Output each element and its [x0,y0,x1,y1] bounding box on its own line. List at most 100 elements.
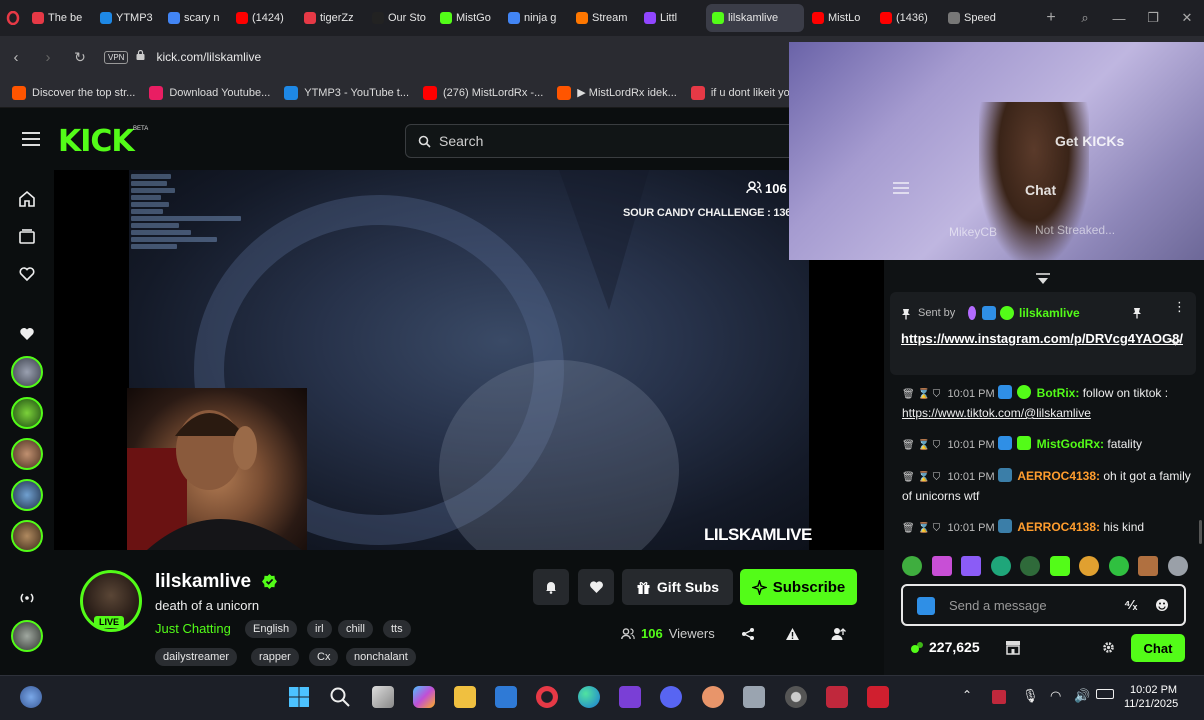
battery-icon[interactable] [1096,689,1114,699]
tag-rapper[interactable]: rapper [251,648,299,666]
emote-icon[interactable] [902,556,922,576]
app-icon[interactable] [702,686,724,708]
gift-subs-button[interactable]: Gift Subs [622,569,733,605]
hamburger-menu-icon[interactable] [22,132,40,146]
opera-gx-taskbar-icon[interactable] [536,686,558,708]
tag-tts[interactable]: tts [383,620,411,638]
emoji-picker-icon[interactable] [1155,598,1169,612]
subscribe-button[interactable]: Subscribe [740,569,857,605]
edge-icon[interactable] [578,686,600,708]
browser-tab[interactable]: (1424) [230,4,296,32]
pinned-username[interactable]: lilskamlive [1019,306,1080,320]
tag-english[interactable]: English [245,620,298,638]
following-heart-icon[interactable] [18,265,36,283]
browser-tab[interactable]: tigerZz [298,4,364,32]
task-view-icon[interactable] [372,686,394,708]
emote-icon[interactable] [990,556,1011,576]
tab-search-icon[interactable]: ⌕ [1068,10,1102,26]
tag-irl[interactable]: irl [307,620,332,638]
camera-icon[interactable] [743,686,765,708]
browser-tab[interactable]: Littl [638,4,704,32]
message-tools[interactable]: 🗑 ⌛ ⛉ [902,389,940,400]
opera-menu-icon[interactable] [0,11,26,25]
notification-bell-button[interactable] [533,569,569,605]
new-tab-button[interactable]: + [1034,9,1068,27]
emote-icon[interactable] [1079,556,1100,576]
browser-tab[interactable]: Speed [942,4,1006,32]
taskbar-date[interactable]: 11/21/2025 [1124,698,1178,710]
show-hidden-icons-chevron-icon[interactable]: ⌃ [962,688,972,702]
emote-icon[interactable] [1167,556,1188,576]
message-link[interactable]: https://www.tiktok.com/@lilskamlive [902,406,1091,420]
message-tools[interactable]: 🗑 ⌛ ⛉ [902,472,940,483]
emote-icon[interactable] [1108,556,1129,576]
share-icon[interactable] [741,627,755,641]
browser-tab[interactable]: YTMP3 [94,4,160,32]
search-icon[interactable] [329,686,351,708]
channel-name[interactable]: lilskamlive [155,571,251,593]
browser-tab[interactable]: Stream [570,4,636,32]
bookmark-item[interactable]: ▶ MistLordRx idek... [557,85,677,100]
wifi-icon[interactable]: ◠ [1050,688,1061,704]
message-username[interactable]: MistGodRx [1037,437,1100,451]
copilot-icon[interactable] [413,686,435,708]
tag-dailystreamer[interactable]: dailystreamer [155,648,238,666]
channel-points[interactable]: 227,625 [910,639,980,655]
browser-tab[interactable]: ninja g [502,4,568,32]
browse-icon[interactable] [18,228,36,246]
store-icon[interactable] [1005,640,1021,655]
message-username[interactable]: AERROC4138 [1017,520,1096,534]
taskbar-time[interactable]: 10:02 PM [1130,683,1177,698]
bookmark-item[interactable]: (276) MistLordRx -... [423,85,543,100]
chat-message-input[interactable]: Send a message ⁴⁄ₓ [901,584,1186,626]
tag-nonchalant[interactable]: nonchalant [346,648,416,666]
emote-icon[interactable] [931,556,952,576]
emote-icon[interactable] [1049,556,1070,576]
pinned-message[interactable]: Sent by lilskamlive ⋮ https://www.instag… [890,292,1196,375]
followed-channel-avatar[interactable] [11,356,43,388]
followed-channel-avatar[interactable] [11,438,43,470]
outlook-icon[interactable] [495,686,517,708]
browser-tab[interactable]: MistGo [434,4,500,32]
recommended-channel-avatar[interactable] [11,620,43,652]
emote-icon[interactable] [1020,556,1041,576]
follow-button[interactable] [578,569,614,605]
home-icon[interactable] [18,190,36,208]
video-player[interactable]: 106 SOUR CANDY CHALLENGE : 136/250 LILSK… [54,170,884,550]
bookmark-item[interactable]: YTMP3 - YouTube t... [284,85,409,100]
discord-icon[interactable] [660,686,682,708]
url-field[interactable]: kick.com/lilskamlive [156,50,261,64]
message-tools[interactable]: 🗑 ⌛ ⛉ [902,523,940,534]
forward-button[interactable]: › [32,49,64,66]
browser-tab[interactable]: The be [26,4,92,32]
windows-start-icon[interactable] [288,686,310,708]
settings-gear-icon[interactable] [1102,641,1115,654]
browser-tab[interactable]: scary n [162,4,228,32]
more-options-icon[interactable]: ⋮ [1173,300,1186,313]
report-warning-icon[interactable] [785,627,800,641]
followed-channel-avatar[interactable] [11,479,43,511]
translate-icon[interactable]: ⁴⁄ₓ [1124,597,1137,612]
browser-tab[interactable]: lilskamlive [706,4,804,32]
message-tools[interactable]: 🗑 ⌛ ⛉ [902,440,940,451]
pinned-link[interactable]: https://www.instagram.com/p/DRVcg4YAOG8/ [901,330,1183,348]
chat-scrollbar[interactable] [1199,520,1202,544]
unpin-icon[interactable] [1132,307,1142,319]
kick-logo[interactable]: KICK [58,124,135,159]
browser-tab[interactable]: MistLo [806,4,872,32]
close-window-button[interactable]: ✕ [1170,10,1204,26]
file-explorer-icon[interactable] [454,686,476,708]
browser-tab[interactable]: (1436) [874,4,940,32]
emote-icon[interactable] [1138,556,1159,576]
maximize-button[interactable]: ❐ [1136,10,1170,26]
category-link[interactable]: Just Chatting [155,621,231,636]
video-editor-icon[interactable] [619,686,641,708]
chat-identity-badge-icon[interactable] [917,597,935,615]
recording-app-icon[interactable] [826,686,848,708]
search-bar[interactable]: Search [405,124,805,158]
reload-button[interactable]: ↻ [64,49,96,66]
tag-cx[interactable]: Cx [309,648,339,666]
followed-channel-avatar[interactable] [11,520,43,552]
minimize-button[interactable]: — [1102,11,1136,26]
bookmark-item[interactable]: Download Youtube... [149,85,270,100]
